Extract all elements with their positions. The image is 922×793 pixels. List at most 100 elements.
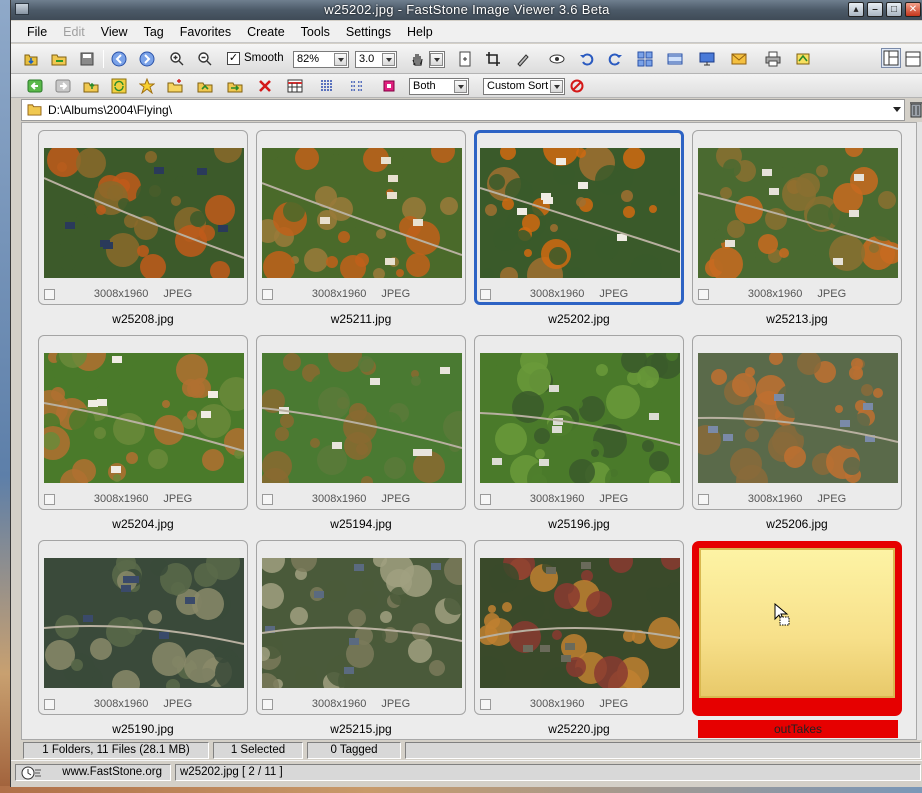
layout-icon[interactable] [881, 48, 901, 68]
folder-icon [27, 104, 42, 116]
filter-select[interactable]: Both [409, 78, 469, 95]
website-link[interactable]: www.FastStone.org [15, 764, 171, 781]
thumbnail-filename[interactable]: w25194.jpg [256, 517, 466, 531]
thumbnail-item[interactable]: 3008x1960 JPEG [38, 130, 248, 305]
thumbnail-item[interactable]: 3008x1960 JPEG [692, 335, 902, 510]
image-dimensions: 3008x1960 [747, 288, 803, 300]
save-icon[interactable] [77, 49, 97, 69]
filmstrip-icon[interactable] [665, 49, 685, 69]
thumbnail-item[interactable]: 3008x1960 JPEG [474, 335, 684, 510]
parent-folder-icon[interactable] [81, 76, 101, 96]
thumbnail-filename[interactable]: w25213.jpg [692, 312, 902, 326]
image-format: JPEG [381, 288, 411, 300]
address-bar[interactable]: D:\Albums\2004\Flying\ [21, 99, 905, 121]
thumbnail-filename[interactable]: w25220.jpg [474, 722, 684, 736]
clear-filter-icon[interactable] [567, 76, 587, 96]
sort-select[interactable]: Custom Sort [483, 78, 565, 95]
step-value: 3.0 [359, 53, 375, 65]
new-folder-icon[interactable] [165, 76, 185, 96]
hand-tool-dropdown[interactable] [429, 51, 445, 68]
minimize-button[interactable]: – [867, 2, 883, 17]
details-view-icon[interactable] [285, 76, 305, 96]
chevron-down-icon [454, 80, 467, 93]
image-format: JPEG [163, 288, 193, 300]
open-folder-icon[interactable] [21, 49, 41, 69]
crop-icon[interactable] [483, 49, 503, 69]
thumbnail-item[interactable]: 3008x1960 JPEG [38, 540, 248, 715]
thumbnail-filename[interactable]: w25206.jpg [692, 517, 902, 531]
thumbnail-filename[interactable]: w25204.jpg [38, 517, 248, 531]
smooth-checkbox[interactable]: ✓ [227, 52, 240, 65]
zoom-select[interactable]: 82% [293, 51, 349, 68]
thumbnail-filename[interactable]: w25211.jpg [256, 312, 466, 326]
menu-help[interactable]: Help [399, 25, 441, 39]
thumbnail-item[interactable]: 3008x1960 JPEG [474, 540, 684, 715]
draw-icon[interactable] [513, 49, 533, 69]
refresh-icon[interactable] [109, 76, 129, 96]
zoom-in-icon[interactable] [167, 49, 187, 69]
menu-tag[interactable]: Tag [136, 25, 172, 39]
menu-create[interactable]: Create [239, 25, 293, 39]
thumbnail-filename[interactable]: w25190.jpg [38, 722, 248, 736]
thumbnail-item[interactable]: 3008x1960 JPEG [38, 335, 248, 510]
menu-edit[interactable]: Edit [55, 25, 93, 39]
icons-view-icon[interactable] [347, 76, 367, 96]
thumbnail-pane[interactable]: 3008x1960 JPEG w25208.jpg 3008x1960 JPEG w2… [21, 122, 917, 740]
copy-to-icon[interactable] [195, 76, 215, 96]
image-dimensions: 3008x1960 [93, 698, 149, 710]
menu-tools[interactable]: Tools [293, 25, 338, 39]
image-format: JPEG [599, 698, 629, 710]
thumbnail-filename[interactable]: w25202.jpg [474, 312, 684, 326]
print-icon[interactable] [763, 49, 783, 69]
thumbnails-icon[interactable] [635, 49, 655, 69]
wallpaper-icon[interactable] [793, 49, 813, 69]
tray-button[interactable]: ▴ [848, 2, 864, 17]
thumbnail-item[interactable]: 3008x1960 JPEG [256, 335, 466, 510]
thumbnail-item[interactable]: 3008x1960 JPEG [256, 130, 466, 305]
eye-icon[interactable] [547, 49, 567, 69]
move-to-icon[interactable] [225, 76, 245, 96]
image-dimensions: 3008x1960 [529, 493, 585, 505]
open-file-icon[interactable] [49, 49, 69, 69]
rotate-right-icon[interactable] [605, 49, 625, 69]
menu-settings[interactable]: Settings [338, 25, 399, 39]
maximize-button[interactable]: □ [886, 2, 902, 17]
menu-view[interactable]: View [93, 25, 136, 39]
thumbnail-filename[interactable]: w25196.jpg [474, 517, 684, 531]
chevron-down-icon[interactable] [893, 107, 901, 112]
thumbnail-item[interactable]: 3008x1960 JPEG [256, 540, 466, 715]
thumbnail-filename[interactable]: w25208.jpg [38, 312, 248, 326]
thumbnail-meta: 3008x1960 JPEG [257, 288, 465, 300]
hand-tool-icon[interactable] [407, 49, 427, 69]
zoom-out-icon[interactable] [195, 49, 215, 69]
folder-fill [699, 548, 895, 698]
color-tag-icon[interactable] [379, 76, 399, 96]
folder-thumbnail[interactable] [692, 541, 902, 716]
thumbnail-meta: 3008x1960 JPEG [475, 493, 683, 505]
back-icon[interactable] [25, 76, 45, 96]
clock-icon [21, 766, 41, 780]
trash-icon[interactable] [909, 100, 922, 118]
step-select[interactable]: 3.0 [355, 51, 397, 68]
vertical-scrollbar[interactable] [917, 122, 922, 740]
previous-icon[interactable] [109, 49, 129, 69]
next-icon[interactable] [137, 49, 157, 69]
list-view-icon[interactable] [317, 76, 337, 96]
save-as-icon[interactable] [455, 49, 475, 69]
fullscreen-icon[interactable] [697, 49, 717, 69]
menu-file[interactable]: File [19, 25, 55, 39]
thumbnail-image [262, 148, 462, 278]
layout-alt-icon[interactable] [903, 49, 922, 69]
thumbnail-filename[interactable]: w25215.jpg [256, 722, 466, 736]
rotate-left-icon[interactable] [577, 49, 597, 69]
image-format: JPEG [817, 288, 847, 300]
title-bar[interactable]: w25202.jpg - FastStone Image Viewer 3.6 … [11, 0, 922, 20]
forward-icon[interactable] [53, 76, 73, 96]
favorites-star-icon[interactable] [137, 76, 157, 96]
thumbnail-item[interactable]: 3008x1960 JPEG [474, 130, 684, 305]
menu-favorites[interactable]: Favorites [172, 25, 239, 39]
close-button[interactable]: ✕ [905, 2, 921, 17]
email-icon[interactable] [729, 49, 749, 69]
thumbnail-item[interactable]: 3008x1960 JPEG [692, 130, 902, 305]
delete-icon[interactable] [255, 76, 275, 96]
